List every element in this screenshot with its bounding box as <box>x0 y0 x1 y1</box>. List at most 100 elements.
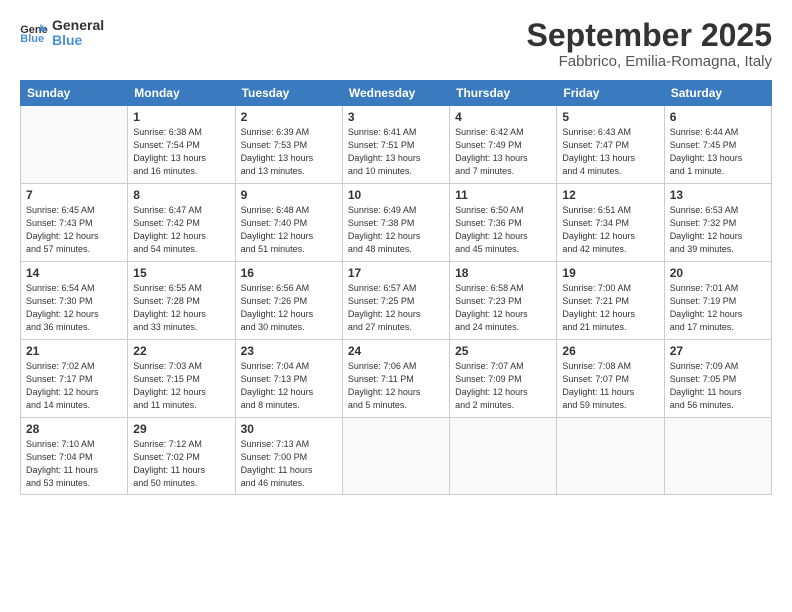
header-sunday: Sunday <box>21 81 128 106</box>
day-detail: Sunrise: 6:45 AM Sunset: 7:43 PM Dayligh… <box>26 204 122 256</box>
day-number: 17 <box>348 266 444 280</box>
day-number: 8 <box>133 188 229 202</box>
weekday-header-row: Sunday Monday Tuesday Wednesday Thursday… <box>21 81 772 106</box>
calendar-cell <box>21 106 128 184</box>
title-block: September 2025 Fabbrico, Emilia-Romagna,… <box>527 18 772 70</box>
calendar: Sunday Monday Tuesday Wednesday Thursday… <box>20 80 772 495</box>
day-number: 9 <box>241 188 337 202</box>
day-detail: Sunrise: 6:58 AM Sunset: 7:23 PM Dayligh… <box>455 282 551 334</box>
day-detail: Sunrise: 6:39 AM Sunset: 7:53 PM Dayligh… <box>241 126 337 178</box>
calendar-cell: 29 Sunrise: 7:12 AM Sunset: 7:02 PM Dayli… <box>128 418 235 495</box>
calendar-cell: 24Sunrise: 7:06 AM Sunset: 7:11 PM Dayli… <box>342 340 449 418</box>
header-monday: Monday <box>128 81 235 106</box>
day-detail: Sunrise: 6:55 AM Sunset: 7:28 PM Dayligh… <box>133 282 229 334</box>
day-number: 12 <box>562 188 658 202</box>
header-tuesday: Tuesday <box>235 81 342 106</box>
calendar-cell: 21 Sunrise: 7:02 AM Sunset: 7:17 PM Dayli… <box>21 340 128 418</box>
day-number: 14 <box>26 266 122 280</box>
location-title: Fabbrico, Emilia-Romagna, Italy <box>527 53 772 70</box>
day-detail: Sunrise: 6:47 AM Sunset: 7:42 PM Dayligh… <box>133 204 229 256</box>
calendar-cell: 23Sunrise: 7:04 AM Sunset: 7:13 PM Dayli… <box>235 340 342 418</box>
day-detail: Sunrise: 6:57 AM Sunset: 7:25 PM Dayligh… <box>348 282 444 334</box>
day-number: 24 <box>348 344 444 358</box>
calendar-cell: 22 Sunrise: 7:03 AM Sunset: 7:15 PM Dayli… <box>128 340 235 418</box>
calendar-cell: 19 Sunrise: 7:00 AM Sunset: 7:21 PM Dayli… <box>557 262 664 340</box>
day-number: 2 <box>241 110 337 124</box>
calendar-cell <box>450 418 557 495</box>
day-detail: Sunrise: 6:51 AM Sunset: 7:34 PM Dayligh… <box>562 204 658 256</box>
calendar-cell: 5Sunrise: 6:43 AM Sunset: 7:47 PM Daylig… <box>557 106 664 184</box>
calendar-cell: 3Sunrise: 6:41 AM Sunset: 7:51 PM Daylig… <box>342 106 449 184</box>
calendar-cell: 25 Sunrise: 7:07 AM Sunset: 7:09 PM Dayli… <box>450 340 557 418</box>
day-number: 21 <box>26 344 122 358</box>
day-detail: Sunrise: 7:03 AM Sunset: 7:15 PM Dayligh… <box>133 360 229 412</box>
day-number: 29 <box>133 422 229 436</box>
day-number: 28 <box>26 422 122 436</box>
header-wednesday: Wednesday <box>342 81 449 106</box>
day-number: 22 <box>133 344 229 358</box>
day-detail: Sunrise: 7:00 AM Sunset: 7:21 PM Dayligh… <box>562 282 658 334</box>
header-thursday: Thursday <box>450 81 557 106</box>
calendar-cell: 27Sunrise: 7:09 AM Sunset: 7:05 PM Dayli… <box>664 340 771 418</box>
day-number: 6 <box>670 110 766 124</box>
day-number: 16 <box>241 266 337 280</box>
day-number: 30 <box>241 422 337 436</box>
calendar-cell: 11Sunrise: 6:50 AM Sunset: 7:36 PM Dayli… <box>450 184 557 262</box>
day-detail: Sunrise: 6:54 AM Sunset: 7:30 PM Dayligh… <box>26 282 122 334</box>
day-number: 18 <box>455 266 551 280</box>
day-detail: Sunrise: 7:04 AM Sunset: 7:13 PM Dayligh… <box>241 360 337 412</box>
day-detail: Sunrise: 6:48 AM Sunset: 7:40 PM Dayligh… <box>241 204 337 256</box>
header: General Blue General Blue September 2025… <box>20 18 772 70</box>
calendar-cell: 9 Sunrise: 6:48 AM Sunset: 7:40 PM Daylig… <box>235 184 342 262</box>
day-number: 10 <box>348 188 444 202</box>
day-detail: Sunrise: 7:01 AM Sunset: 7:19 PM Dayligh… <box>670 282 766 334</box>
calendar-cell: 4 Sunrise: 6:42 AM Sunset: 7:49 PM Daylig… <box>450 106 557 184</box>
calendar-cell: 13 Sunrise: 6:53 AM Sunset: 7:32 PM Dayli… <box>664 184 771 262</box>
header-saturday: Saturday <box>664 81 771 106</box>
day-detail: Sunrise: 6:49 AM Sunset: 7:38 PM Dayligh… <box>348 204 444 256</box>
page: General Blue General Blue September 2025… <box>0 0 792 612</box>
calendar-cell: 16 Sunrise: 6:56 AM Sunset: 7:26 PM Dayli… <box>235 262 342 340</box>
calendar-cell <box>342 418 449 495</box>
day-detail: Sunrise: 6:56 AM Sunset: 7:26 PM Dayligh… <box>241 282 337 334</box>
calendar-cell: 2 Sunrise: 6:39 AM Sunset: 7:53 PM Daylig… <box>235 106 342 184</box>
calendar-cell <box>557 418 664 495</box>
calendar-cell: 1 Sunrise: 6:38 AM Sunset: 7:54 PM Daylig… <box>128 106 235 184</box>
day-detail: Sunrise: 7:08 AM Sunset: 7:07 PM Dayligh… <box>562 360 658 412</box>
calendar-cell: 6Sunrise: 6:44 AM Sunset: 7:45 PM Daylig… <box>664 106 771 184</box>
day-detail: Sunrise: 7:07 AM Sunset: 7:09 PM Dayligh… <box>455 360 551 412</box>
day-detail: Sunrise: 6:50 AM Sunset: 7:36 PM Dayligh… <box>455 204 551 256</box>
day-detail: Sunrise: 6:41 AM Sunset: 7:51 PM Dayligh… <box>348 126 444 178</box>
calendar-cell: 14 Sunrise: 6:54 AM Sunset: 7:30 PM Dayli… <box>21 262 128 340</box>
day-detail: Sunrise: 7:02 AM Sunset: 7:17 PM Dayligh… <box>26 360 122 412</box>
calendar-cell: 8 Sunrise: 6:47 AM Sunset: 7:42 PM Daylig… <box>128 184 235 262</box>
calendar-cell: 28 Sunrise: 7:10 AM Sunset: 7:04 PM Dayli… <box>21 418 128 495</box>
day-number: 15 <box>133 266 229 280</box>
day-number: 13 <box>670 188 766 202</box>
day-detail: Sunrise: 6:38 AM Sunset: 7:54 PM Dayligh… <box>133 126 229 178</box>
calendar-cell: 10 Sunrise: 6:49 AM Sunset: 7:38 PM Dayli… <box>342 184 449 262</box>
calendar-cell: 17 Sunrise: 6:57 AM Sunset: 7:25 PM Dayli… <box>342 262 449 340</box>
logo-text-general: General <box>52 18 104 33</box>
day-number: 26 <box>562 344 658 358</box>
day-number: 7 <box>26 188 122 202</box>
calendar-cell <box>664 418 771 495</box>
header-friday: Friday <box>557 81 664 106</box>
day-number: 27 <box>670 344 766 358</box>
day-detail: Sunrise: 7:10 AM Sunset: 7:04 PM Dayligh… <box>26 438 122 490</box>
day-detail: Sunrise: 6:53 AM Sunset: 7:32 PM Dayligh… <box>670 204 766 256</box>
day-number: 4 <box>455 110 551 124</box>
day-detail: Sunrise: 7:12 AM Sunset: 7:02 PM Dayligh… <box>133 438 229 490</box>
calendar-cell: 7 Sunrise: 6:45 AM Sunset: 7:43 PM Daylig… <box>21 184 128 262</box>
day-number: 20 <box>670 266 766 280</box>
logo-text-blue: Blue <box>52 33 104 48</box>
day-number: 19 <box>562 266 658 280</box>
day-number: 1 <box>133 110 229 124</box>
calendar-cell: 20 Sunrise: 7:01 AM Sunset: 7:19 PM Dayli… <box>664 262 771 340</box>
calendar-cell: 15 Sunrise: 6:55 AM Sunset: 7:28 PM Dayli… <box>128 262 235 340</box>
day-detail: Sunrise: 6:42 AM Sunset: 7:49 PM Dayligh… <box>455 126 551 178</box>
svg-text:Blue: Blue <box>20 34 44 45</box>
calendar-cell: 18 Sunrise: 6:58 AM Sunset: 7:23 PM Dayli… <box>450 262 557 340</box>
calendar-cell: 26 Sunrise: 7:08 AM Sunset: 7:07 PM Dayli… <box>557 340 664 418</box>
day-number: 25 <box>455 344 551 358</box>
